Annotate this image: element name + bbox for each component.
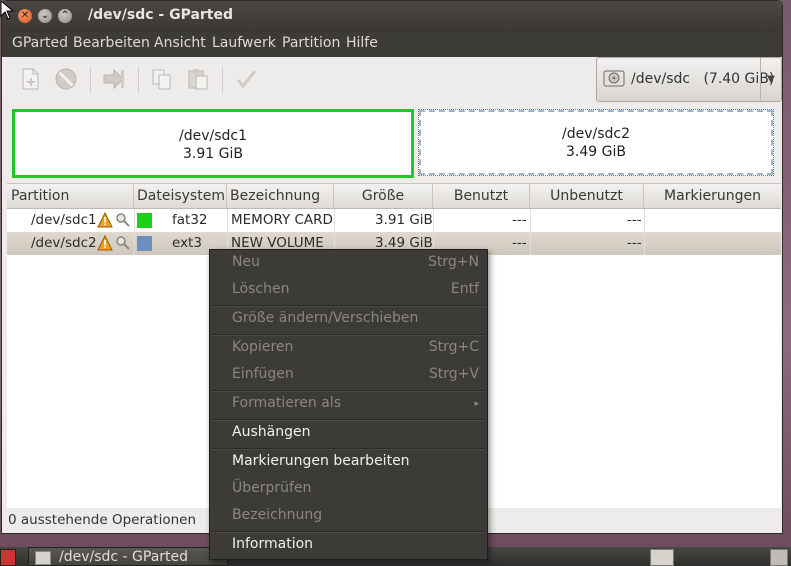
gparted-app-icon <box>35 551 51 565</box>
menu-item-label: Kopieren <box>232 339 294 355</box>
mount-key-icon <box>116 236 130 250</box>
menu-item-accel: Strg+N <box>428 254 479 270</box>
menu-item-label: Bezeichnung <box>232 507 323 523</box>
partition-block-name: /dev/sdc2 <box>561 126 630 142</box>
cell-used: --- <box>512 212 527 228</box>
column-header-unused[interactable]: Unbenutzt <box>530 184 644 208</box>
cell-unused: --- <box>627 235 642 251</box>
menu-item-accel: Entf <box>450 281 479 297</box>
paste-icon[interactable] <box>186 67 210 91</box>
cell-partition: /dev/sdc1 <box>31 212 97 228</box>
toolbar-separator <box>138 67 139 93</box>
cell-size: 3.91 GiB <box>375 212 433 228</box>
table-row[interactable]: /dev/sdc1 fat32 MEMORY CARD 3.91 GiB ---… <box>7 209 781 232</box>
copy-icon[interactable] <box>150 67 174 91</box>
menu-item-kopieren[interactable]: Kopieren Strg+C <box>210 335 487 362</box>
menu-item-loeschen[interactable]: Löschen Entf <box>210 277 487 304</box>
menu-item-check[interactable]: Überprüfen <box>210 476 487 503</box>
menu-laufwerk[interactable]: Laufwerk <box>212 35 276 51</box>
tray-icon[interactable] <box>650 549 674 566</box>
menu-item-unmount[interactable]: Aushängen <box>210 420 487 447</box>
harddisk-icon <box>603 70 625 87</box>
menu-bar: GParted Bearbeiten Ansicht Laufwerk Part… <box>2 32 782 57</box>
menu-item-label: Information <box>232 536 314 552</box>
column-header-filesystem[interactable]: Dateisystem <box>134 184 227 208</box>
partition-block-size: 3.49 GiB <box>566 144 626 160</box>
menu-item-accel: Strg+C <box>428 339 479 355</box>
menu-item-label: Größe ändern/Verschieben <box>232 310 419 326</box>
menu-item-label: Formatieren als <box>232 395 341 411</box>
toolbar-separator <box>90 67 91 93</box>
menu-item-accel: Strg+V <box>428 366 479 382</box>
menu-item-label-edit[interactable]: Bezeichnung <box>210 503 487 530</box>
menu-hilfe[interactable]: Hilfe <box>346 35 378 51</box>
toolbar: /dev/sdc (7.40 GiB) ▼ <box>2 57 782 103</box>
mount-key-icon <box>116 213 130 227</box>
device-selector[interactable]: /dev/sdc (7.40 GiB) ▼ <box>596 57 782 102</box>
menu-partition[interactable]: Partition <box>282 35 340 51</box>
column-header-size[interactable]: Größe <box>334 184 433 208</box>
cell-used: --- <box>512 235 527 251</box>
column-divider <box>644 209 645 255</box>
cell-partition: /dev/sdc2 <box>31 235 97 251</box>
window-title: /dev/sdc - GParted <box>88 7 234 23</box>
taskbar-window-button[interactable]: /dev/sdc - GParted <box>28 547 228 566</box>
menu-item-resize-move[interactable]: Größe ändern/Verschieben <box>210 306 487 333</box>
menu-item-label: Markierungen bearbeiten <box>232 453 410 469</box>
menu-item-format-as[interactable]: Formatieren als ▸ <box>210 391 487 418</box>
table-header: Partition Dateisystem Bezeichnung Größe … <box>7 184 781 209</box>
chevron-down-icon[interactable]: ▼ <box>760 58 781 101</box>
cell-filesystem: fat32 <box>172 212 208 228</box>
menu-item-neu[interactable]: Neu Strg+N <box>210 250 487 277</box>
menu-item-einfuegen[interactable]: Einfügen Strg+V <box>210 362 487 389</box>
maximize-window-button[interactable]: ⌃ <box>58 9 72 23</box>
column-header-label[interactable]: Bezeichnung <box>227 184 334 208</box>
device-label: /dev/sdc (7.40 GiB) <box>631 71 775 87</box>
column-header-partition[interactable]: Partition <box>7 184 134 208</box>
menu-item-manage-flags[interactable]: Markierungen bearbeiten <box>210 449 487 476</box>
minimize-window-button[interactable]: ⌄ <box>38 9 52 23</box>
partition-block-sdc1[interactable]: /dev/sdc1 3.91 GiB <box>12 109 414 178</box>
cell-unused: --- <box>627 212 642 228</box>
menu-item-information[interactable]: Information <box>210 532 487 559</box>
menu-item-label: Einfügen <box>232 366 294 382</box>
partition-map: /dev/sdc1 3.91 GiB /dev/sdc2 3.49 GiB <box>2 103 782 182</box>
close-window-button[interactable]: ✕ <box>18 9 32 23</box>
column-divider <box>134 209 135 255</box>
partition-block-name: /dev/sdc1 <box>178 128 247 144</box>
cell-filesystem: ext3 <box>172 235 202 251</box>
new-icon[interactable] <box>19 67 43 91</box>
menu-item-label: Aushängen <box>232 424 311 440</box>
column-header-flags[interactable]: Markierungen <box>644 184 781 208</box>
pending-operations-status: 0 ausstehende Operationen <box>8 512 197 528</box>
warning-icon <box>97 235 113 251</box>
title-bar: ✕ ⌄ ⌃ /dev/sdc - GParted <box>2 1 782 32</box>
menu-item-label: Überprüfen <box>232 480 312 496</box>
taskbar-window-label: /dev/sdc - GParted <box>59 549 189 565</box>
menu-item-label: Neu <box>232 254 260 270</box>
trash-icon[interactable] <box>770 549 788 566</box>
menu-bearbeiten[interactable]: Bearbeiten <box>73 35 150 51</box>
submenu-arrow-icon: ▸ <box>474 399 479 409</box>
filesystem-color-swatch <box>137 213 152 228</box>
menu-gparted[interactable]: GParted <box>12 35 68 51</box>
toolbar-separator <box>222 67 223 93</box>
partition-block-size: 3.91 GiB <box>183 146 243 162</box>
menu-item-label: Löschen <box>232 281 290 297</box>
warning-icon <box>97 212 113 228</box>
taskbar-left-applet[interactable] <box>0 549 16 566</box>
mouse-cursor-icon <box>0 0 14 20</box>
context-menu: Neu Strg+N Löschen Entf Größe ändern/Ver… <box>209 249 488 560</box>
menu-ansicht[interactable]: Ansicht <box>154 35 206 51</box>
filesystem-color-swatch <box>137 236 152 251</box>
resize-move-icon[interactable] <box>102 67 126 91</box>
column-header-used[interactable]: Benutzt <box>433 184 530 208</box>
column-divider <box>530 209 531 255</box>
cell-label: MEMORY CARD <box>231 212 333 228</box>
partition-block-sdc2[interactable]: /dev/sdc2 3.49 GiB <box>418 109 774 176</box>
apply-icon[interactable] <box>234 67 258 91</box>
delete-icon[interactable] <box>54 67 78 91</box>
